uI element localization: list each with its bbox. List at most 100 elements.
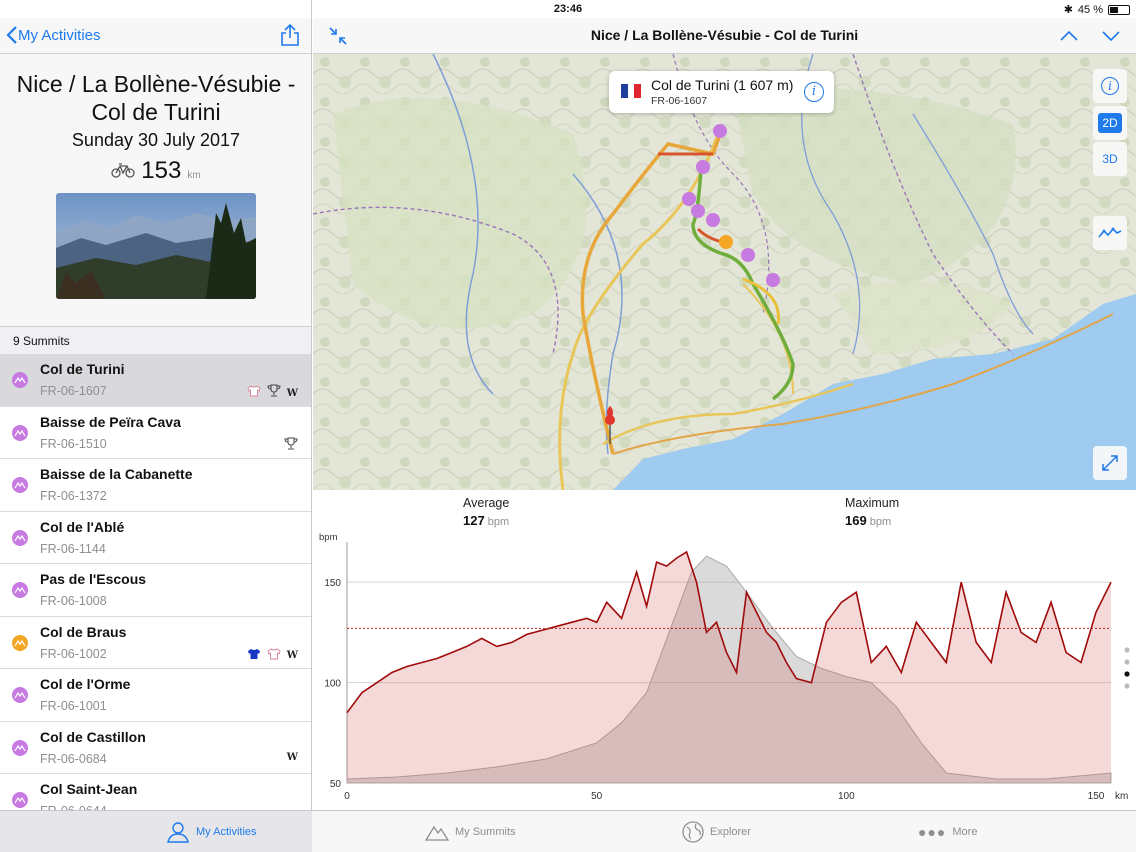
summit-marker-icon <box>12 529 28 546</box>
tab-label: My Summits <box>455 826 516 838</box>
summit-row[interactable]: Col de l'Ablé FR-06-1144 <box>0 512 311 564</box>
mountain-icon <box>425 825 449 841</box>
wikipedia-icon: W <box>286 751 298 763</box>
jersey-outline-icon <box>247 384 261 402</box>
activity-date: Sunday 30 July 2017 <box>71 130 241 150</box>
back-label: My Activities <box>18 26 101 44</box>
france-flag-icon <box>621 84 642 98</box>
maximum-value: 169 <box>845 513 867 528</box>
summit-row[interactable]: Baisse de la Cabanette FR-06-1372 <box>0 459 311 512</box>
summit-row[interactable]: Col Saint-JeanFR-06-0644 <box>0 774 311 810</box>
summits-section-header: 9 Summits <box>0 326 311 354</box>
summit-badges <box>284 437 298 455</box>
tab-my-activities[interactable]: My Activities <box>166 811 257 852</box>
summit-name: Baisse de la Cabanette <box>40 466 193 482</box>
chevron-left-icon <box>6 26 17 44</box>
summit-code: FR-06-1002 <box>40 646 107 661</box>
summit-marker-icon <box>12 477 28 493</box>
activity-photo[interactable] <box>56 193 256 299</box>
maximum-value-line: 169 bpm <box>845 513 899 528</box>
summit-code: FR-06-1001 <box>40 699 107 713</box>
summit-name: Col de l'Ablé <box>40 518 125 535</box>
page-dot <box>1124 683 1130 689</box>
callout-title: Col de Turini (1 607 m) <box>651 77 794 93</box>
summit-code: FR-06-0684 <box>40 751 107 766</box>
battery-icon <box>1108 4 1130 15</box>
back-button[interactable]: My Activities <box>6 25 101 45</box>
summit-name: Col de Castillon <box>40 728 146 745</box>
summit-code: FR-06-1607 <box>40 384 107 398</box>
profile-icon <box>1098 227 1122 238</box>
maximum-stat: Maximum 169 bpm <box>845 496 899 528</box>
map-expand-button[interactable] <box>1093 446 1127 480</box>
y-tick-label: 100 <box>324 679 341 690</box>
summit-badges: W <box>247 384 298 402</box>
tab-explorer[interactable]: Explorer <box>682 811 751 852</box>
summit-code: FR-06-1144 <box>40 541 106 556</box>
summit-marker-icon <box>12 424 28 441</box>
tab-more[interactable]: ●●● More <box>918 811 977 852</box>
jersey-outline-icon <box>267 647 281 665</box>
summit-marker-icon <box>12 792 28 808</box>
summit-name: Col de Braus <box>40 623 127 640</box>
average-stat: Average 127 bpm <box>463 496 509 528</box>
summit-marker-icon <box>12 687 28 703</box>
summit-callout[interactable]: Col de Turini (1 607 m) FR-06-1607 i <box>609 71 834 113</box>
more-icon: ●●● <box>918 824 947 840</box>
map-3d-button[interactable]: 3D <box>1093 142 1127 176</box>
summit-row[interactable]: Pas de l'Escous FR-06-1008 <box>0 564 311 617</box>
wikipedia-icon: W <box>286 387 298 399</box>
summit-marker-icon <box>12 739 28 756</box>
x-tick-label: 50 <box>591 791 603 802</box>
maximum-label: Maximum <box>845 496 900 510</box>
expand-icon <box>1102 455 1118 471</box>
page-dot <box>1124 659 1130 665</box>
elevation-profile-button[interactable] <box>1093 216 1127 250</box>
tab-label: More <box>952 826 978 838</box>
summit-row[interactable]: Col de l'Orme FR-06-1001 <box>0 669 311 722</box>
x-tick-label: 0 <box>344 791 350 802</box>
chevron-down-icon[interactable] <box>1101 26 1121 46</box>
summit-badges: W <box>247 647 298 665</box>
active-tab-background <box>0 811 312 852</box>
summit-marker-icon <box>12 372 28 388</box>
summit-code: FR-06-1008 <box>40 594 107 608</box>
globe-icon <box>682 821 704 843</box>
summit-row[interactable]: Col de Braus FR-06-1002 W <box>0 617 311 669</box>
tab-my-summits[interactable]: My Summits <box>425 811 516 852</box>
jersey-blue-icon <box>247 647 261 665</box>
share-icon[interactable] <box>280 23 300 47</box>
summit-code: FR-06-1510 <box>40 436 107 451</box>
bicycle-icon <box>111 163 135 178</box>
heart-rate-chart[interactable]: 50 100 150 0 50 100 150 bpm km <box>313 532 1136 810</box>
chart-svg[interactable]: 501001500 50 100 150bpmkm <box>313 532 1136 810</box>
map-canvas[interactable] <box>313 54 1136 490</box>
summit-code: FR-06-1372 <box>40 489 107 503</box>
callout-code: FR-06-1607 <box>651 95 708 107</box>
tab-label: My Activities <box>196 826 257 838</box>
chevron-up-icon[interactable] <box>1059 26 1079 46</box>
y-tick-label: 150 <box>324 578 341 589</box>
summit-row[interactable]: Baisse de Peïra Cava FR-06-1510 <box>0 407 311 459</box>
bluetooth-icon: ✱ <box>1063 4 1073 16</box>
detail-nav-bar: Nice / La Bollène-Vésubie - Col de Turin… <box>313 18 1136 54</box>
activity-title: Nice / La Bollène-Vésubie - Col de Turin… <box>16 71 296 125</box>
summit-list: Col de Turini FR-06-1607 W Baisse de Peïra … <box>0 354 311 810</box>
battery-percent: 45 % <box>1077 3 1103 16</box>
info-circle-icon: i <box>1101 77 1119 95</box>
left-nav-bar: My Activities <box>0 18 311 54</box>
map-2d-button[interactable]: 2D <box>1093 106 1127 140</box>
route-map[interactable]: Col de Turini (1 607 m) FR-06-1607 i i 2… <box>313 54 1136 490</box>
average-label: Average <box>463 496 510 510</box>
map-info-button[interactable]: i <box>1093 69 1127 103</box>
x-tick-label: 100 <box>838 791 855 802</box>
y-axis-label: bpm <box>319 532 338 543</box>
activity-distance: 153 km <box>0 157 311 185</box>
summit-row[interactable]: Col de Castillon FR-06-0684 W <box>0 722 311 774</box>
summit-name: Pas de l'Escous <box>40 571 147 587</box>
summit-row[interactable]: Col de Turini FR-06-1607 W <box>0 354 311 407</box>
status-right: ✱ 45 % <box>1064 3 1130 16</box>
page-dot <box>1124 647 1130 653</box>
wikipedia-icon: W <box>286 650 298 661</box>
info-icon[interactable]: i <box>804 82 824 102</box>
